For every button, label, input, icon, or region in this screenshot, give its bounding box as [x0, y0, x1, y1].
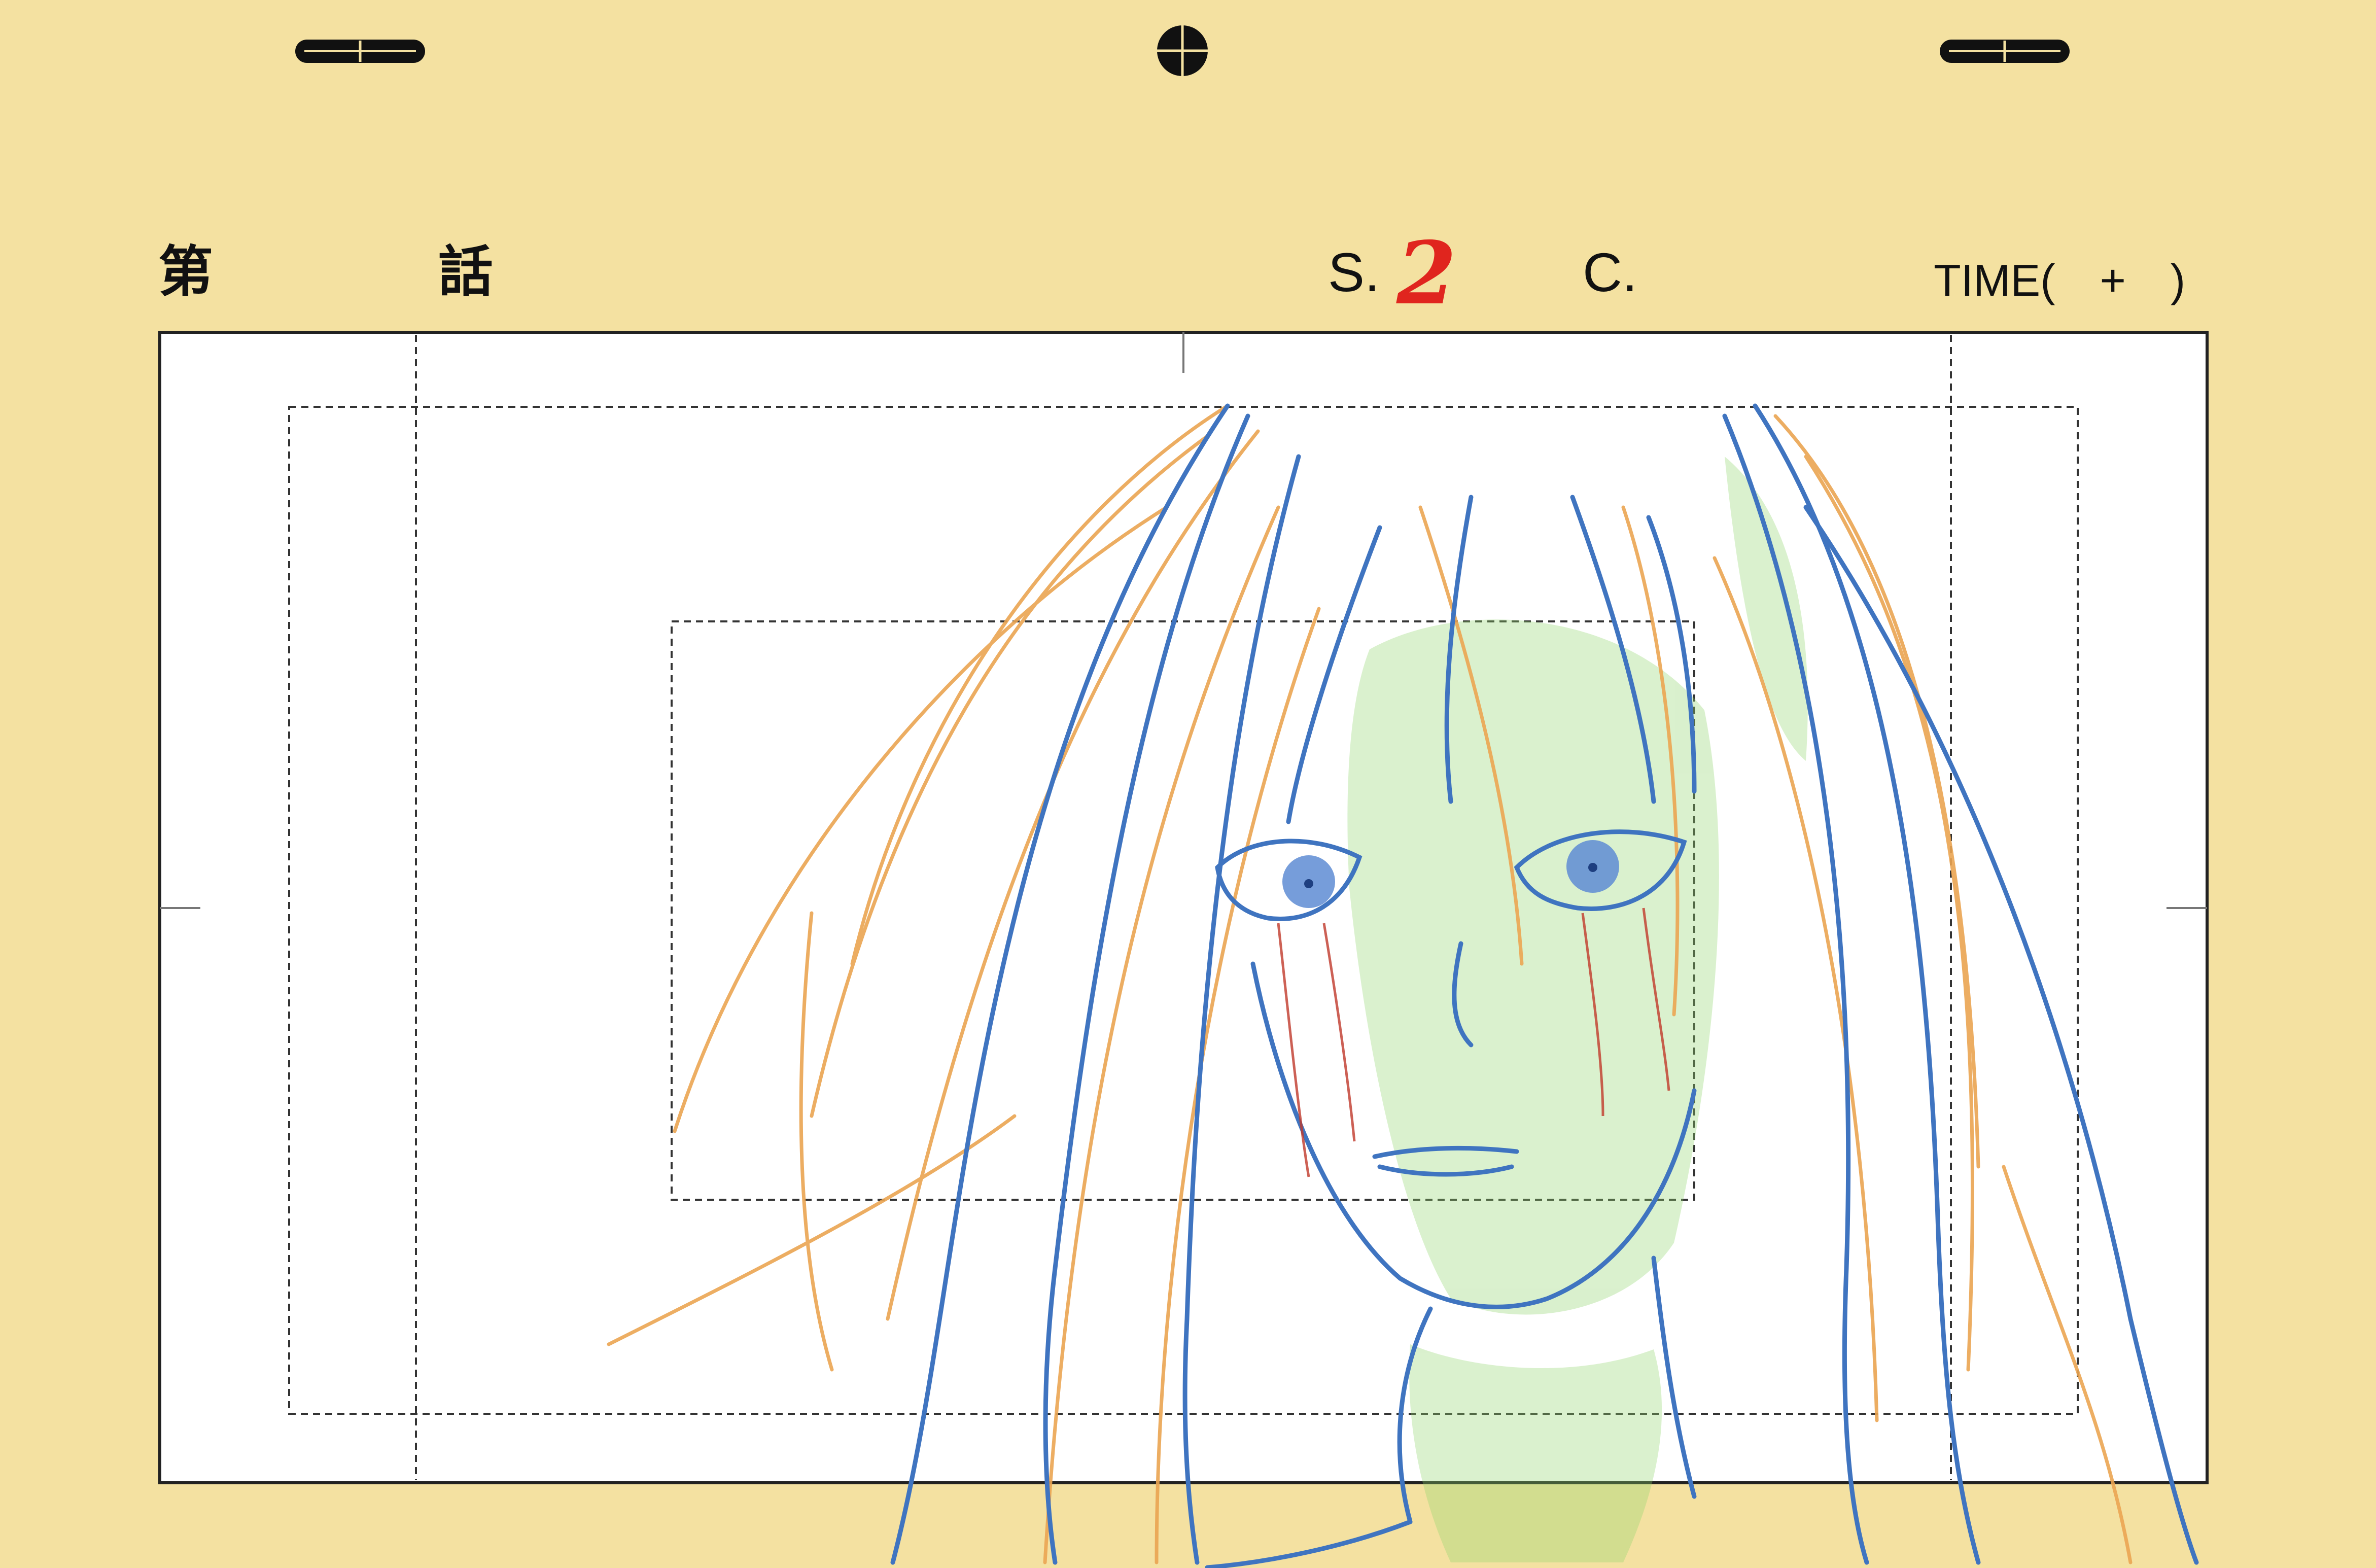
character-sketch — [607, 403, 2199, 1568]
green-shade-layer — [1347, 457, 1808, 1562]
